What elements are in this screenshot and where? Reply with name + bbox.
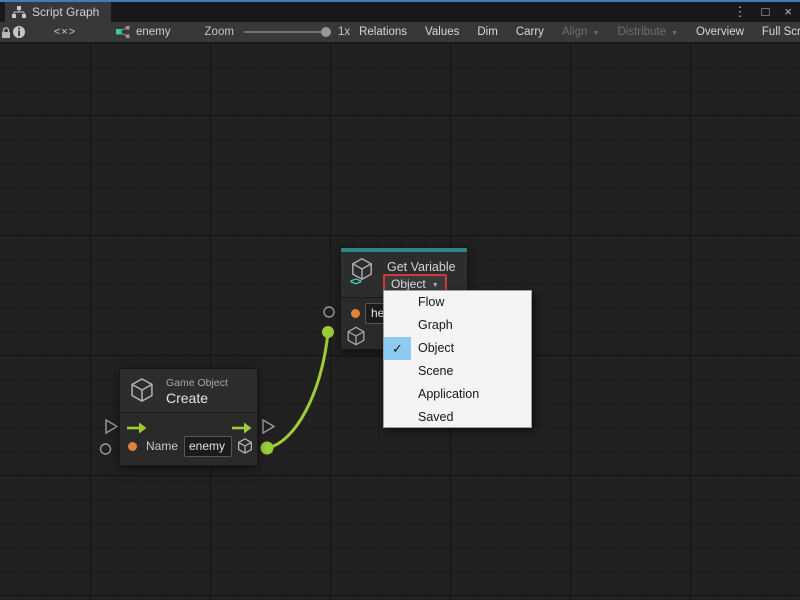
check-icon: ✓: [384, 337, 411, 360]
info-button[interactable]: [12, 22, 26, 42]
menu-item-label: Application: [418, 387, 479, 401]
menu-item-scene[interactable]: Scene: [384, 360, 531, 383]
create-node-header: Game Object Create: [120, 369, 257, 412]
button-label: Full Screen: [762, 26, 800, 38]
close-icon[interactable]: ×: [784, 2, 792, 22]
info-icon: [12, 25, 26, 39]
script-graph-window: Script Graph ⋮ □ × <×>: [0, 0, 800, 600]
lock-icon: [0, 26, 12, 39]
tab-title: Script Graph: [32, 5, 99, 19]
scope-dropdown-menu: Flow Graph ✓ Object Scene Application Sa…: [383, 290, 532, 428]
dropdown-arrow-icon: ▼: [432, 282, 439, 289]
menu-item-label: Object: [418, 341, 454, 355]
graph-name: enemy: [136, 26, 171, 38]
menu-item-object[interactable]: ✓ Object: [384, 337, 531, 360]
button-label: Relations: [359, 26, 407, 38]
create-node-body: Name enemy: [120, 412, 257, 465]
node-title: Get Variable: [387, 260, 456, 274]
overview-button[interactable]: Overview: [687, 22, 753, 42]
menu-item-label: Flow: [418, 295, 444, 309]
flow-input-arrow-icon: [127, 422, 147, 434]
gameobject-cube-icon: [128, 376, 156, 404]
menu-item-label: Graph: [418, 318, 453, 332]
create-name-input-port[interactable]: [101, 444, 111, 454]
create-flow-output-port[interactable]: [263, 420, 274, 433]
edit-unit-button[interactable]: <×>: [26, 22, 104, 42]
create-flow-input-port[interactable]: [106, 420, 117, 433]
lock-button[interactable]: [0, 22, 12, 42]
create-gameobject-output-port-connected[interactable]: [261, 442, 274, 455]
gameobject-wire[interactable]: [267, 332, 328, 448]
align-button[interactable]: Align ▼: [553, 22, 609, 42]
dim-button[interactable]: Dim: [468, 22, 506, 42]
zoom-value: 1x: [338, 26, 350, 38]
menu-item-label: Saved: [418, 410, 453, 424]
button-label: Overview: [696, 26, 744, 38]
node-category: Game Object: [166, 377, 228, 389]
zoom-slider-handle[interactable]: [321, 27, 331, 37]
maximize-icon[interactable]: □: [762, 2, 770, 22]
graph-hierarchy-icon: [12, 6, 26, 19]
tab-script-graph[interactable]: Script Graph: [5, 2, 111, 22]
relations-button[interactable]: Relations: [350, 22, 416, 42]
gameobject-cube-icon: [236, 437, 254, 455]
code-icon: <×>: [35, 26, 95, 38]
name-input-field[interactable]: enemy: [184, 436, 232, 457]
graph-toolbar: <×> enemy Zoom 1x Relations Values Dim: [0, 22, 800, 43]
zoom-slider[interactable]: [244, 31, 328, 33]
getvariable-object-input-port-connected[interactable]: [322, 326, 334, 338]
scope-value: Object: [391, 277, 426, 291]
graph-breadcrumb[interactable]: enemy: [104, 22, 183, 42]
window-menu-icon[interactable]: ⋮: [734, 2, 747, 22]
tab-bar: Script Graph ⋮ □ ×: [0, 2, 800, 22]
carry-button[interactable]: Carry: [507, 22, 553, 42]
dropdown-arrow-icon: ▼: [671, 30, 678, 37]
node-title: Create: [166, 390, 208, 406]
string-port-dot: [351, 309, 360, 318]
code-brackets-icon: <>: [350, 276, 361, 288]
string-port-dot: [128, 442, 137, 451]
fullscreen-button[interactable]: Full Screen: [753, 22, 800, 42]
menu-item-graph[interactable]: Graph: [384, 314, 531, 337]
getvariable-name-input-port[interactable]: [324, 307, 334, 317]
port-label: Name: [146, 439, 178, 453]
window-controls: ⋮ □ ×: [734, 2, 792, 22]
button-label: Align: [562, 26, 588, 38]
menu-item-saved[interactable]: Saved: [384, 406, 531, 429]
button-label: Values: [425, 26, 459, 38]
create-gameobject-node[interactable]: Game Object Create Name enemy: [119, 368, 258, 466]
button-label: Carry: [516, 26, 544, 38]
dropdown-arrow-icon: ▼: [593, 30, 600, 37]
menu-item-label: Scene: [418, 364, 453, 378]
flow-output-arrow-icon: [232, 422, 252, 434]
menu-item-flow[interactable]: Flow: [384, 291, 531, 314]
gameobject-cube-icon: [345, 325, 367, 347]
graph-canvas[interactable]: <> Get Variable Object ▼ he: [0, 43, 800, 600]
menu-item-application[interactable]: Application: [384, 383, 531, 406]
distribute-button[interactable]: Distribute ▼: [608, 22, 687, 42]
button-label: Dim: [477, 26, 497, 38]
values-button[interactable]: Values: [416, 22, 468, 42]
button-label: Distribute: [617, 26, 666, 38]
graph-breadcrumb-icon: [116, 26, 130, 38]
zoom-label: Zoom: [205, 26, 234, 38]
zoom-control: Zoom 1x: [205, 22, 351, 42]
